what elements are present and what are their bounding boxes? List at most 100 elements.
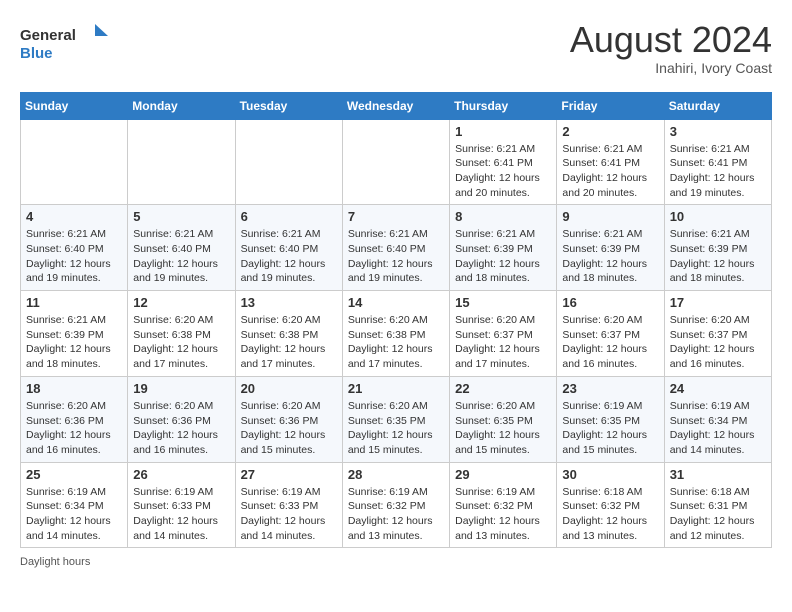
day-info: Sunrise: 6:19 AMSunset: 6:32 PMDaylight:… bbox=[455, 485, 551, 544]
calendar-cell: 13 Sunrise: 6:20 AMSunset: 6:38 PMDayligh… bbox=[235, 291, 342, 377]
day-info: Sunrise: 6:18 AMSunset: 6:31 PMDaylight:… bbox=[670, 485, 766, 544]
calendar-cell: 31 Sunrise: 6:18 AMSunset: 6:31 PMDayligh… bbox=[664, 462, 771, 548]
day-info: Sunrise: 6:20 AMSunset: 6:38 PMDaylight:… bbox=[133, 313, 229, 372]
calendar-cell: 20 Sunrise: 6:20 AMSunset: 6:36 PMDayligh… bbox=[235, 376, 342, 462]
day-info: Sunrise: 6:21 AMSunset: 6:39 PMDaylight:… bbox=[455, 227, 551, 286]
day-number: 26 bbox=[133, 467, 229, 482]
calendar-cell bbox=[128, 119, 235, 205]
day-number: 17 bbox=[670, 295, 766, 310]
day-number: 2 bbox=[562, 124, 658, 139]
day-info: Sunrise: 6:19 AMSunset: 6:33 PMDaylight:… bbox=[133, 485, 229, 544]
day-number: 16 bbox=[562, 295, 658, 310]
day-number: 3 bbox=[670, 124, 766, 139]
day-number: 27 bbox=[241, 467, 337, 482]
day-number: 30 bbox=[562, 467, 658, 482]
calendar-cell bbox=[235, 119, 342, 205]
calendar-cell: 10Sunrise: 6:21 AMSunset: 6:39 PMDayligh… bbox=[664, 205, 771, 291]
day-info: Sunrise: 6:21 AMSunset: 6:41 PMDaylight:… bbox=[670, 142, 766, 201]
day-info: Sunrise: 6:20 AMSunset: 6:38 PMDaylight:… bbox=[348, 313, 444, 372]
calendar-cell: 1 Sunrise: 6:21 AMSunset: 6:41 PMDaylight… bbox=[450, 119, 557, 205]
day-info: Sunrise: 6:20 AMSunset: 6:37 PMDaylight:… bbox=[455, 313, 551, 372]
day-number: 19 bbox=[133, 381, 229, 396]
svg-text:General: General bbox=[20, 27, 76, 44]
day-info: Sunrise: 6:21 AMSunset: 6:39 PMDaylight:… bbox=[26, 313, 122, 372]
day-info: Sunrise: 6:20 AMSunset: 6:37 PMDaylight:… bbox=[670, 313, 766, 372]
day-number: 15 bbox=[455, 295, 551, 310]
day-number: 14 bbox=[348, 295, 444, 310]
day-number: 10 bbox=[670, 209, 766, 224]
calendar-cell: 8Sunrise: 6:21 AMSunset: 6:39 PMDaylight… bbox=[450, 205, 557, 291]
day-of-week-header: Thursday bbox=[450, 92, 557, 119]
calendar-cell: 19 Sunrise: 6:20 AMSunset: 6:36 PMDayligh… bbox=[128, 376, 235, 462]
day-info: Sunrise: 6:21 AMSunset: 6:40 PMDaylight:… bbox=[241, 227, 337, 286]
day-info: Sunrise: 6:21 AMSunset: 6:41 PMDaylight:… bbox=[455, 142, 551, 201]
calendar-table: SundayMondayTuesdayWednesdayThursdayFrid… bbox=[20, 92, 772, 549]
day-number: 6 bbox=[241, 209, 337, 224]
day-info: Sunrise: 6:20 AMSunset: 6:36 PMDaylight:… bbox=[26, 399, 122, 458]
calendar-cell: 6 Sunrise: 6:21 AMSunset: 6:40 PMDaylight… bbox=[235, 205, 342, 291]
day-number: 29 bbox=[455, 467, 551, 482]
main-title: August 2024 bbox=[570, 20, 772, 60]
day-number: 31 bbox=[670, 467, 766, 482]
day-number: 20 bbox=[241, 381, 337, 396]
day-number: 13 bbox=[241, 295, 337, 310]
calendar-cell: 18 Sunrise: 6:20 AMSunset: 6:36 PMDayligh… bbox=[21, 376, 128, 462]
day-number: 25 bbox=[26, 467, 122, 482]
day-of-week-header: Monday bbox=[128, 92, 235, 119]
calendar-cell: 22 Sunrise: 6:20 AMSunset: 6:35 PMDayligh… bbox=[450, 376, 557, 462]
calendar-cell: 3 Sunrise: 6:21 AMSunset: 6:41 PMDaylight… bbox=[664, 119, 771, 205]
calendar-cell: 9 Sunrise: 6:21 AMSunset: 6:39 PMDaylight… bbox=[557, 205, 664, 291]
day-number: 9 bbox=[562, 209, 658, 224]
calendar-week-row: 1 Sunrise: 6:21 AMSunset: 6:41 PMDaylight… bbox=[21, 119, 772, 205]
day-number: 1 bbox=[455, 124, 551, 139]
daylight-hours-label: Daylight hours bbox=[20, 556, 90, 568]
day-info: Sunrise: 6:19 AMSunset: 6:35 PMDaylight:… bbox=[562, 399, 658, 458]
day-info: Sunrise: 6:20 AMSunset: 6:36 PMDaylight:… bbox=[241, 399, 337, 458]
day-info: Sunrise: 6:20 AMSunset: 6:38 PMDaylight:… bbox=[241, 313, 337, 372]
day-info: Sunrise: 6:20 AMSunset: 6:35 PMDaylight:… bbox=[455, 399, 551, 458]
day-number: 21 bbox=[348, 381, 444, 396]
day-info: Sunrise: 6:18 AMSunset: 6:32 PMDaylight:… bbox=[562, 485, 658, 544]
calendar-cell: 27 Sunrise: 6:19 AMSunset: 6:33 PMDayligh… bbox=[235, 462, 342, 548]
calendar-cell: 30 Sunrise: 6:18 AMSunset: 6:32 PMDayligh… bbox=[557, 462, 664, 548]
calendar-cell: 15 Sunrise: 6:20 AMSunset: 6:37 PMDayligh… bbox=[450, 291, 557, 377]
calendar-cell bbox=[342, 119, 449, 205]
logo-svg: General Blue bbox=[20, 20, 110, 64]
calendar-body: 1 Sunrise: 6:21 AMSunset: 6:41 PMDaylight… bbox=[21, 119, 772, 548]
calendar-cell: 16 Sunrise: 6:20 AMSunset: 6:37 PMDayligh… bbox=[557, 291, 664, 377]
calendar-week-row: 11 Sunrise: 6:21 AMSunset: 6:39 PMDayligh… bbox=[21, 291, 772, 377]
day-number: 24 bbox=[670, 381, 766, 396]
day-of-week-header: Sunday bbox=[21, 92, 128, 119]
day-number: 18 bbox=[26, 381, 122, 396]
day-info: Sunrise: 6:21 AMSunset: 6:40 PMDaylight:… bbox=[348, 227, 444, 286]
calendar-cell: 12Sunrise: 6:20 AMSunset: 6:38 PMDayligh… bbox=[128, 291, 235, 377]
calendar-cell: 25 Sunrise: 6:19 AMSunset: 6:34 PMDayligh… bbox=[21, 462, 128, 548]
day-info: Sunrise: 6:20 AMSunset: 6:36 PMDaylight:… bbox=[133, 399, 229, 458]
day-info: Sunrise: 6:21 AMSunset: 6:40 PMDaylight:… bbox=[133, 227, 229, 286]
subtitle: Inahiri, Ivory Coast bbox=[570, 60, 772, 76]
calendar-week-row: 18 Sunrise: 6:20 AMSunset: 6:36 PMDayligh… bbox=[21, 376, 772, 462]
day-info: Sunrise: 6:19 AMSunset: 6:33 PMDaylight:… bbox=[241, 485, 337, 544]
day-info: Sunrise: 6:21 AMSunset: 6:40 PMDaylight:… bbox=[26, 227, 122, 286]
day-info: Sunrise: 6:19 AMSunset: 6:34 PMDaylight:… bbox=[670, 399, 766, 458]
logo: General Blue bbox=[20, 20, 110, 64]
calendar-cell: 23 Sunrise: 6:19 AMSunset: 6:35 PMDayligh… bbox=[557, 376, 664, 462]
day-info: Sunrise: 6:19 AMSunset: 6:32 PMDaylight:… bbox=[348, 485, 444, 544]
calendar-week-row: 4Sunrise: 6:21 AMSunset: 6:40 PMDaylight… bbox=[21, 205, 772, 291]
day-number: 22 bbox=[455, 381, 551, 396]
day-info: Sunrise: 6:21 AMSunset: 6:41 PMDaylight:… bbox=[562, 142, 658, 201]
day-info: Sunrise: 6:21 AMSunset: 6:39 PMDaylight:… bbox=[562, 227, 658, 286]
day-of-week-header: Saturday bbox=[664, 92, 771, 119]
calendar-header: SundayMondayTuesdayWednesdayThursdayFrid… bbox=[21, 92, 772, 119]
calendar-cell: 29 Sunrise: 6:19 AMSunset: 6:32 PMDayligh… bbox=[450, 462, 557, 548]
day-info: Sunrise: 6:19 AMSunset: 6:34 PMDaylight:… bbox=[26, 485, 122, 544]
day-info: Sunrise: 6:20 AMSunset: 6:37 PMDaylight:… bbox=[562, 313, 658, 372]
header-row: SundayMondayTuesdayWednesdayThursdayFrid… bbox=[21, 92, 772, 119]
day-number: 23 bbox=[562, 381, 658, 396]
calendar-cell: 7Sunrise: 6:21 AMSunset: 6:40 PMDaylight… bbox=[342, 205, 449, 291]
calendar-cell: 26 Sunrise: 6:19 AMSunset: 6:33 PMDayligh… bbox=[128, 462, 235, 548]
day-of-week-header: Friday bbox=[557, 92, 664, 119]
calendar-cell: 2 Sunrise: 6:21 AMSunset: 6:41 PMDaylight… bbox=[557, 119, 664, 205]
svg-text:Blue: Blue bbox=[20, 45, 53, 62]
day-number: 11 bbox=[26, 295, 122, 310]
